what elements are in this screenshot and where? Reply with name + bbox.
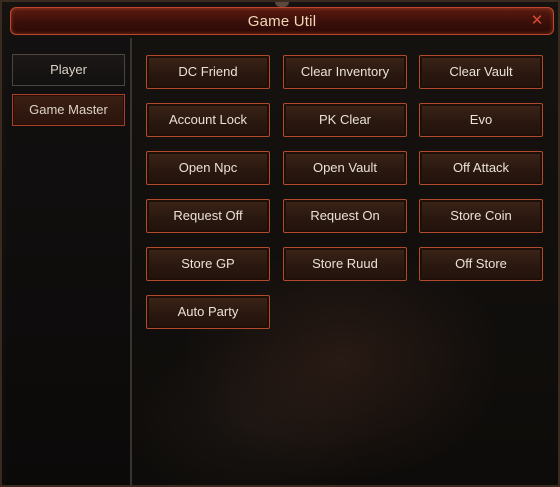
clear-inventory-button[interactable]: Clear Inventory — [283, 55, 407, 89]
auto-party-button[interactable]: Auto Party — [146, 295, 270, 329]
close-icon[interactable]: ✕ — [529, 13, 545, 29]
off-store-button[interactable]: Off Store — [419, 247, 543, 281]
open-npc-button[interactable]: Open Npc — [146, 151, 270, 185]
sidebar-item-game-master[interactable]: Game Master — [12, 94, 125, 126]
store-coin-button[interactable]: Store Coin — [419, 199, 543, 233]
open-vault-button[interactable]: Open Vault — [283, 151, 407, 185]
store-ruud-button[interactable]: Store Ruud — [283, 247, 407, 281]
window-title: Game Util — [247, 13, 317, 30]
pk-clear-button[interactable]: PK Clear — [283, 103, 407, 137]
game-util-window: Game Util ✕ Player Game Master DC Friend… — [0, 0, 560, 487]
evo-button[interactable]: Evo — [419, 103, 543, 137]
request-off-button[interactable]: Request Off — [146, 199, 270, 233]
title-bar[interactable]: Game Util ✕ — [10, 7, 554, 35]
clear-vault-button[interactable]: Clear Vault — [419, 55, 543, 89]
dc-friend-button[interactable]: DC Friend — [146, 55, 270, 89]
sidebar-item-player[interactable]: Player — [12, 54, 125, 86]
request-on-button[interactable]: Request On — [283, 199, 407, 233]
store-gp-button[interactable]: Store GP — [146, 247, 270, 281]
account-lock-button[interactable]: Account Lock — [146, 103, 270, 137]
off-attack-button[interactable]: Off Attack — [419, 151, 543, 185]
sidebar: Player Game Master — [6, 38, 132, 485]
